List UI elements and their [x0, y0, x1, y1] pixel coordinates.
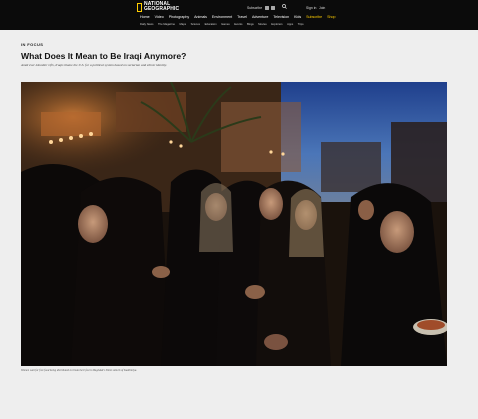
nav-item-adventure[interactable]: Adventure: [252, 15, 268, 19]
article-headline: What Does It Mean to Be Iraqi Anymore?: [21, 51, 187, 61]
twitter-icon[interactable]: [270, 5, 275, 10]
nav-item-travel[interactable]: Travel: [237, 15, 247, 19]
subnav-item-daily-news[interactable]: Daily News: [140, 23, 153, 26]
subnav-item-games[interactable]: Games: [221, 23, 230, 26]
search-icon[interactable]: [282, 4, 287, 9]
sign-in-label: Sign in: [306, 5, 317, 10]
subnav-item-explorers[interactable]: Explorers: [271, 23, 282, 26]
subscribe-util-link[interactable]: Subscribe: [247, 6, 262, 10]
subnav-item-movies[interactable]: Movies: [258, 23, 267, 26]
sign-in-link[interactable]: Sign in: [306, 4, 316, 11]
subnav-item-blogs[interactable]: Blogs: [247, 23, 254, 26]
social-icons: [265, 5, 275, 10]
primary-nav: Home Video Photography Animals Environment Tr…: [140, 15, 336, 19]
nav-item-photography[interactable]: Photography: [169, 15, 189, 19]
lead-photo: [21, 82, 447, 366]
subnav-item-trips[interactable]: Trips: [298, 23, 304, 26]
nav-item-animals[interactable]: Animals: [194, 15, 207, 19]
nav-item-home[interactable]: Home: [140, 15, 150, 19]
nav-item-shop[interactable]: Shop: [327, 15, 335, 19]
subnav-item-events[interactable]: Events: [234, 23, 242, 26]
facebook-icon[interactable]: [265, 5, 270, 10]
subnav-item-maps[interactable]: Maps: [179, 23, 186, 26]
join-label: Join: [319, 5, 326, 10]
subscribe-social-bar: Subscribe: [247, 4, 275, 11]
subnav-item-science[interactable]: Science: [191, 23, 201, 26]
article-dek: Amid ever-bloodier rifts, Iraqis blame t…: [21, 63, 167, 67]
natgeo-logo[interactable]: NATIONAL GEOGRAPHIC: [137, 1, 180, 13]
nav-item-environment[interactable]: Environment: [212, 15, 232, 19]
nav-item-subscribe[interactable]: Subscribe: [306, 15, 322, 19]
subnav-item-the-magazine[interactable]: The Magazine: [158, 23, 175, 26]
nav-item-video[interactable]: Video: [155, 15, 164, 19]
nav-item-kids[interactable]: Kids: [294, 15, 301, 19]
photo-caption: Women wait for free food being distribut…: [21, 369, 137, 372]
join-link[interactable]: Join: [319, 4, 325, 11]
yellow-border-logo-icon: [137, 3, 142, 12]
subnav-item-apps[interactable]: Apps: [287, 23, 293, 26]
subnav-item-education[interactable]: Education: [205, 23, 217, 26]
logo-wordmark: NATIONAL GEOGRAPHIC: [144, 1, 180, 13]
logo-line-2: GEOGRAPHIC: [144, 6, 180, 13]
section-kicker[interactable]: IN FOCUS: [21, 42, 43, 47]
secondary-nav: Daily News The Magazine Maps Science Educati…: [140, 23, 304, 26]
nav-item-television[interactable]: Television: [273, 15, 289, 19]
site-header: NATIONAL GEOGRAPHIC Subscribe Sign in Jo…: [0, 0, 478, 30]
